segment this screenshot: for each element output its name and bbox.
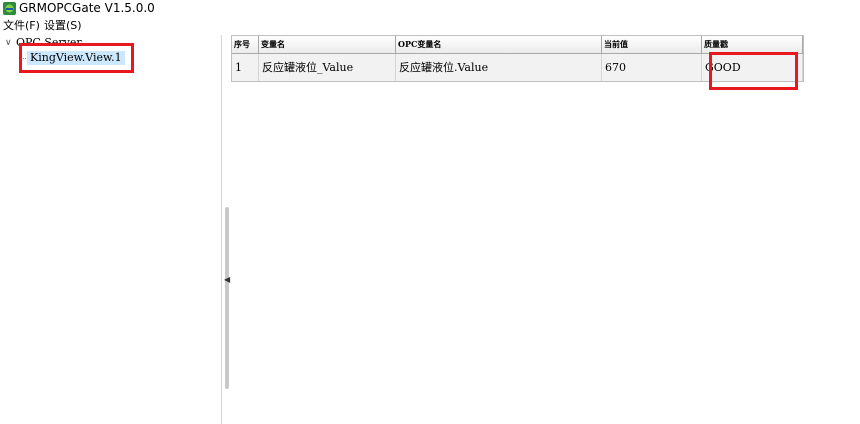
table-row[interactable]: 1 反应罐液位_Value 反应罐液位.Value 670 GOOD <box>232 54 803 81</box>
column-header-quality[interactable]: 质量戳 <box>702 36 803 54</box>
tree-connector <box>20 58 26 60</box>
menu-bar: 文件(F) 设置(S) <box>0 17 860 34</box>
pane-splitter[interactable]: ◀ <box>221 35 231 424</box>
cell-opc-variable-name: 反应罐液位.Value <box>396 54 602 81</box>
column-header-current-value[interactable]: 当前值 <box>602 36 702 54</box>
title-bar: GRMOPCGate V1.5.0.0 <box>0 0 860 17</box>
cell-quality: GOOD <box>702 54 803 81</box>
cell-variable-name: 反应罐液位_Value <box>259 54 396 81</box>
menu-file[interactable]: 文件(F) <box>3 19 40 33</box>
app-logo-icon <box>3 2 16 15</box>
cell-index: 1 <box>232 54 259 81</box>
column-header-variable-name[interactable]: 变量名 <box>259 36 396 54</box>
server-tree-pane: ∨ OPC Server KingView.View.1 <box>0 35 221 424</box>
splitter-scrollbar[interactable] <box>225 207 229 389</box>
grid-header-row: 序号 变量名 OPC变量名 当前值 质量戳 <box>232 36 803 54</box>
cell-current-value: 670 <box>602 54 702 81</box>
chevron-left-icon[interactable]: ◀ <box>224 275 230 285</box>
window-title: GRMOPCGate V1.5.0.0 <box>19 1 155 15</box>
chevron-down-icon[interactable]: ∨ <box>5 38 12 48</box>
menu-settings[interactable]: 设置(S) <box>44 19 82 33</box>
variable-grid: 序号 变量名 OPC变量名 当前值 质量戳 1 反应罐液位_Value 反应罐液… <box>231 35 804 82</box>
variable-grid-pane: 序号 变量名 OPC变量名 当前值 质量戳 1 反应罐液位_Value 反应罐液… <box>231 35 860 424</box>
column-header-opc-variable-name[interactable]: OPC变量名 <box>396 36 602 54</box>
tree-node-opc-server[interactable]: OPC Server <box>16 36 82 49</box>
tree-node-kingview[interactable]: KingView.View.1 <box>27 51 125 65</box>
column-header-index[interactable]: 序号 <box>232 36 259 54</box>
